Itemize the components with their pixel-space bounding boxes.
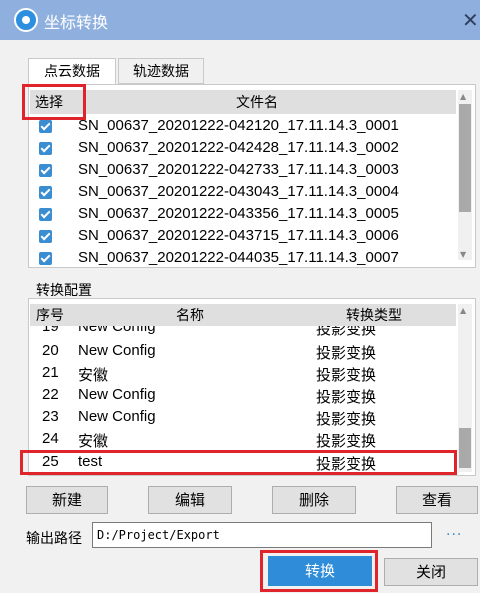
file-name: SN_00637_20201222-042120_17.11.14.3_0001 (78, 117, 399, 134)
table-row[interactable]: 19 New Config 投影变换 (30, 326, 456, 338)
file-name: SN_00637_20201222-044035_17.11.14.3_0007 (78, 249, 399, 266)
file-name: SN_00637_20201222-043356_17.11.14.3_0005 (78, 205, 399, 222)
checkbox[interactable] (39, 142, 52, 155)
table-row[interactable]: SN_00637_20201222-042428_17.11.14.3_0002 (30, 138, 456, 160)
scroll-up-icon[interactable]: ▲ (460, 92, 466, 101)
highlight-selected-row (20, 450, 457, 475)
config-section-label: 转换配置 (36, 283, 92, 299)
view-button[interactable]: 查看 (396, 486, 478, 514)
config-type: 投影变换 (316, 366, 377, 384)
table-row[interactable]: SN_00637_20201222-042733_17.11.14.3_0003 (30, 160, 456, 182)
scroll-up-icon[interactable]: ▲ (460, 306, 466, 315)
config-no: 24 (42, 430, 59, 447)
config-type: 投影变换 (316, 410, 377, 428)
config-type: 投影变换 (316, 344, 377, 362)
table-row[interactable]: 20 New Config 投影变换 (30, 340, 456, 362)
column-filename[interactable]: 文件名 (236, 92, 278, 112)
scroll-down-icon[interactable]: ▼ (460, 250, 466, 259)
table-row[interactable]: SN_00637_20201222-043356_17.11.14.3_0005 (30, 204, 456, 226)
tab-point-cloud[interactable]: 点云数据 (28, 58, 116, 84)
file-list-scroll-thumb[interactable] (459, 104, 471, 212)
checkbox[interactable] (39, 230, 52, 243)
window-title: 坐标转换 (44, 13, 109, 32)
config-no: 21 (42, 364, 59, 381)
output-path-value: D:/Project/Export (97, 528, 220, 542)
column-no[interactable]: 序号 (36, 305, 64, 325)
config-type: 投影变换 (316, 326, 377, 338)
config-no: 23 (42, 408, 59, 425)
browse-button[interactable]: ··· (446, 527, 462, 543)
highlight-convert-button (260, 550, 378, 592)
column-name[interactable]: 名称 (176, 305, 204, 325)
table-row[interactable]: 21 安徽 投影变换 (30, 362, 456, 384)
config-list-scroll-thumb[interactable] (459, 428, 471, 468)
file-name: SN_00637_20201222-042428_17.11.14.3_0002 (78, 139, 399, 156)
file-list: SN_00637_20201222-042120_17.11.14.3_0001… (30, 116, 456, 266)
title-bar: 坐标转换 ✕ (0, 0, 480, 40)
config-name: New Config (78, 342, 156, 359)
checkbox[interactable] (39, 120, 52, 133)
table-row[interactable]: SN_00637_20201222-042120_17.11.14.3_0001 (30, 116, 456, 138)
table-row[interactable]: 23 New Config 投影变换 (30, 406, 456, 428)
column-type[interactable]: 转换类型 (346, 305, 402, 325)
config-type: 投影变换 (316, 432, 377, 450)
checkbox[interactable] (39, 164, 52, 177)
output-path-label: 输出路径 (26, 531, 82, 547)
table-row[interactable]: SN_00637_20201222-043715_17.11.14.3_0006 (30, 226, 456, 248)
config-no: 22 (42, 386, 59, 403)
close-icon[interactable]: ✕ (462, 8, 479, 32)
config-name: New Config (78, 386, 156, 403)
config-name: New Config (78, 326, 156, 335)
config-name: 安徽 (78, 367, 109, 384)
table-row[interactable]: SN_00637_20201222-043043_17.11.14.3_0004 (30, 182, 456, 204)
file-name: SN_00637_20201222-042733_17.11.14.3_0003 (78, 161, 399, 178)
file-name: SN_00637_20201222-043715_17.11.14.3_0006 (78, 227, 399, 244)
app-icon (14, 8, 38, 32)
edit-button[interactable]: 编辑 (148, 486, 232, 514)
checkbox[interactable] (39, 252, 52, 265)
config-no: 19 (42, 326, 59, 335)
config-no: 20 (42, 342, 59, 359)
new-button[interactable]: 新建 (26, 486, 108, 514)
config-name: New Config (78, 408, 156, 425)
checkbox[interactable] (39, 208, 52, 221)
file-name: SN_00637_20201222-043043_17.11.14.3_0004 (78, 183, 399, 200)
checkbox[interactable] (39, 186, 52, 199)
highlight-select-column (22, 84, 86, 120)
table-row[interactable]: 22 New Config 投影变换 (30, 384, 456, 406)
table-row[interactable]: 24 安徽 投影变换 (30, 428, 456, 450)
tab-trajectory[interactable]: 轨迹数据 (118, 58, 204, 84)
output-path-field[interactable]: D:/Project/Export (92, 522, 432, 548)
close-button[interactable]: 关闭 (384, 558, 478, 586)
table-row[interactable]: SN_00637_20201222-044035_17.11.14.3_0007 (30, 248, 456, 266)
config-name: 安徽 (78, 433, 109, 450)
config-type: 投影变换 (316, 388, 377, 406)
delete-button[interactable]: 删除 (272, 486, 356, 514)
